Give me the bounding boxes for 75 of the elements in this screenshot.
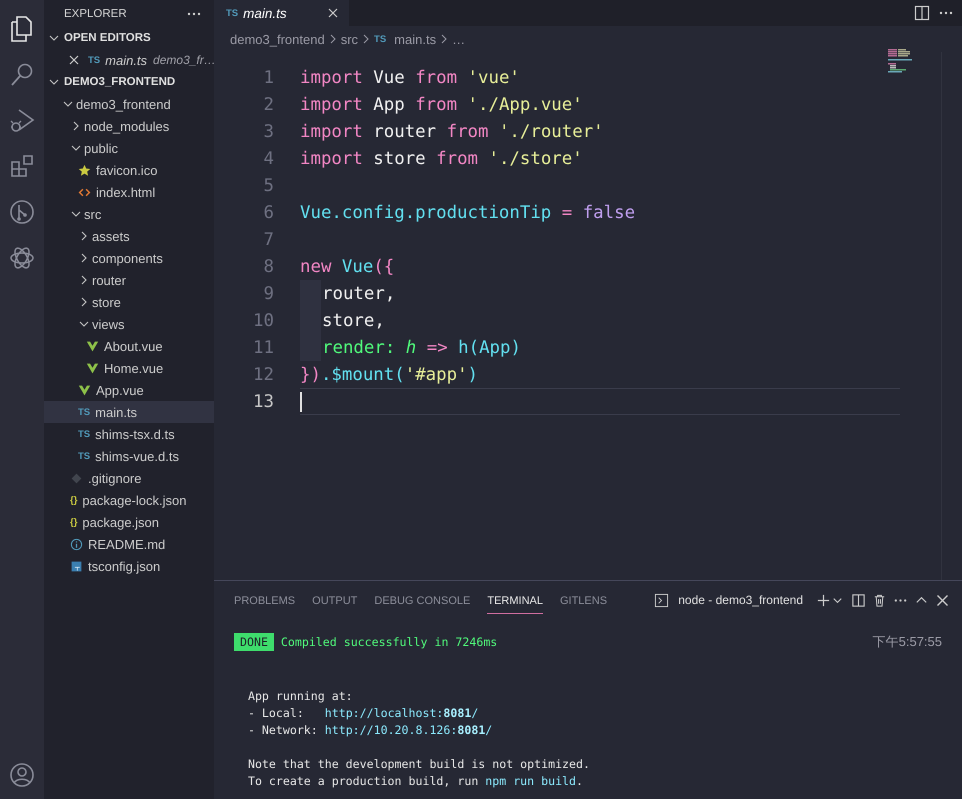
line-number: 2 [262, 94, 274, 114]
line-number: 11 [252, 338, 274, 358]
breadcrumb-item[interactable]: demo3_frontend [230, 32, 325, 46]
json-icon: {} [70, 494, 78, 506]
code-line: import App from './App.vue' [300, 94, 583, 114]
file-tree-item[interactable]: {} package-lock.json [44, 489, 214, 511]
typescript-icon: TS [374, 34, 386, 44]
file-tree-item[interactable]: demo3_frontend [44, 93, 214, 115]
line-number: 7 [262, 230, 274, 250]
line-number: 4 [262, 148, 274, 168]
panel-tab[interactable]: PROBLEMS [234, 586, 296, 614]
terminal-line: To create a production build, run npm run build. [246, 774, 584, 788]
code-line: store, [322, 310, 385, 330]
code-line: Vue.config.productionTip = false [300, 202, 636, 222]
file-tree-item[interactable]: favicon.ico [44, 159, 214, 181]
file-tree-item[interactable]: index.html [44, 181, 214, 203]
panel-tab[interactable]: TERMINAL [487, 586, 543, 614]
file-tree-item[interactable]: TS shims-tsx.d.ts [44, 423, 214, 445]
typescript-icon: TS [88, 54, 100, 66]
code-line: render: h => h(App) [322, 338, 521, 358]
code-line: new Vue({ [300, 256, 394, 276]
file-tree-item[interactable]: README.md [44, 533, 214, 555]
code-line: import router from './router' [300, 122, 604, 142]
file-tree-item[interactable]: {} package.json [44, 511, 214, 533]
file-tree-item[interactable]: store [44, 291, 214, 313]
line-number: 1 [262, 68, 274, 88]
file-tree-item[interactable]: components [44, 247, 214, 269]
breadcrumb-item[interactable]: … [452, 32, 466, 46]
terminal-line: App running at: [246, 688, 353, 702]
typescript-icon: TS [78, 450, 90, 462]
code-line: import Vue from 'vue' [300, 68, 520, 88]
terminal-line: DONE Compiled successfully in 7246ms [234, 635, 498, 649]
typescript-icon: TS [78, 428, 90, 440]
terminal-line: - Local: http://localhost:8081/ [246, 706, 478, 720]
file-tree-item[interactable]: App.vue [44, 379, 214, 401]
json-icon: {} [70, 516, 78, 528]
sidebar-title: EXPLORER [64, 8, 127, 20]
editor-tab[interactable]: TS main.ts [214, 0, 349, 26]
code-line: router, [322, 284, 396, 304]
typescript-icon: TS [78, 406, 90, 418]
terminal-selector[interactable]: node - demo3_frontend [678, 593, 803, 607]
line-number: 3 [262, 122, 274, 142]
panel-tab[interactable]: DEBUG CONSOLE [374, 586, 470, 614]
breadcrumb-item[interactable]: main.ts [394, 32, 436, 46]
file-tree-item[interactable]: router [44, 269, 214, 291]
file-tree-item[interactable]: TS main.ts [44, 401, 214, 423]
section-header[interactable]: DEMO3_FRONTEND [44, 71, 214, 93]
file-tree-item[interactable]: About.vue [44, 335, 214, 357]
line-number: 10 [252, 310, 274, 330]
file-tree-item[interactable]: tsconfig.json [44, 555, 214, 577]
breadcrumb-item[interactable]: src [340, 32, 358, 46]
line-number: 12 [252, 364, 274, 384]
section-header[interactable]: OPEN EDITORS [44, 27, 214, 49]
line-number: 9 [262, 284, 274, 304]
file-tree-item[interactable]: src [44, 203, 214, 225]
terminal-line: Note that the development build is not optimized. [246, 756, 590, 770]
line-number: 5 [262, 176, 274, 196]
file-tree-item[interactable]: assets [44, 225, 214, 247]
file-tree-item[interactable]: node_modules [44, 115, 214, 137]
code-line: }).$mount('#app') [300, 364, 478, 384]
file-tree-item[interactable]: public [44, 137, 214, 159]
timestamp: 下午5:57:55 [872, 633, 942, 651]
file-tree-item[interactable]: Home.vue [44, 357, 214, 379]
panel-tab[interactable]: GITLENS [560, 586, 608, 614]
open-editor-item[interactable]: TS main.ts demo3_fr… [44, 49, 214, 71]
line-number: 13 [252, 392, 274, 412]
file-tree-item[interactable]: views [44, 313, 214, 335]
file-tree-item[interactable]: TS shims-vue.d.ts [44, 445, 214, 467]
panel-tab[interactable]: OUTPUT [312, 586, 358, 614]
typescript-icon: TS [226, 8, 238, 18]
line-number: 8 [262, 256, 274, 276]
line-number: 6 [262, 202, 274, 222]
code-line: import store from './store' [300, 148, 583, 168]
file-tree-item[interactable]: .gitignore [44, 467, 214, 489]
terminal-line: - Network: http://10.20.8.126:8081/ [246, 722, 492, 736]
